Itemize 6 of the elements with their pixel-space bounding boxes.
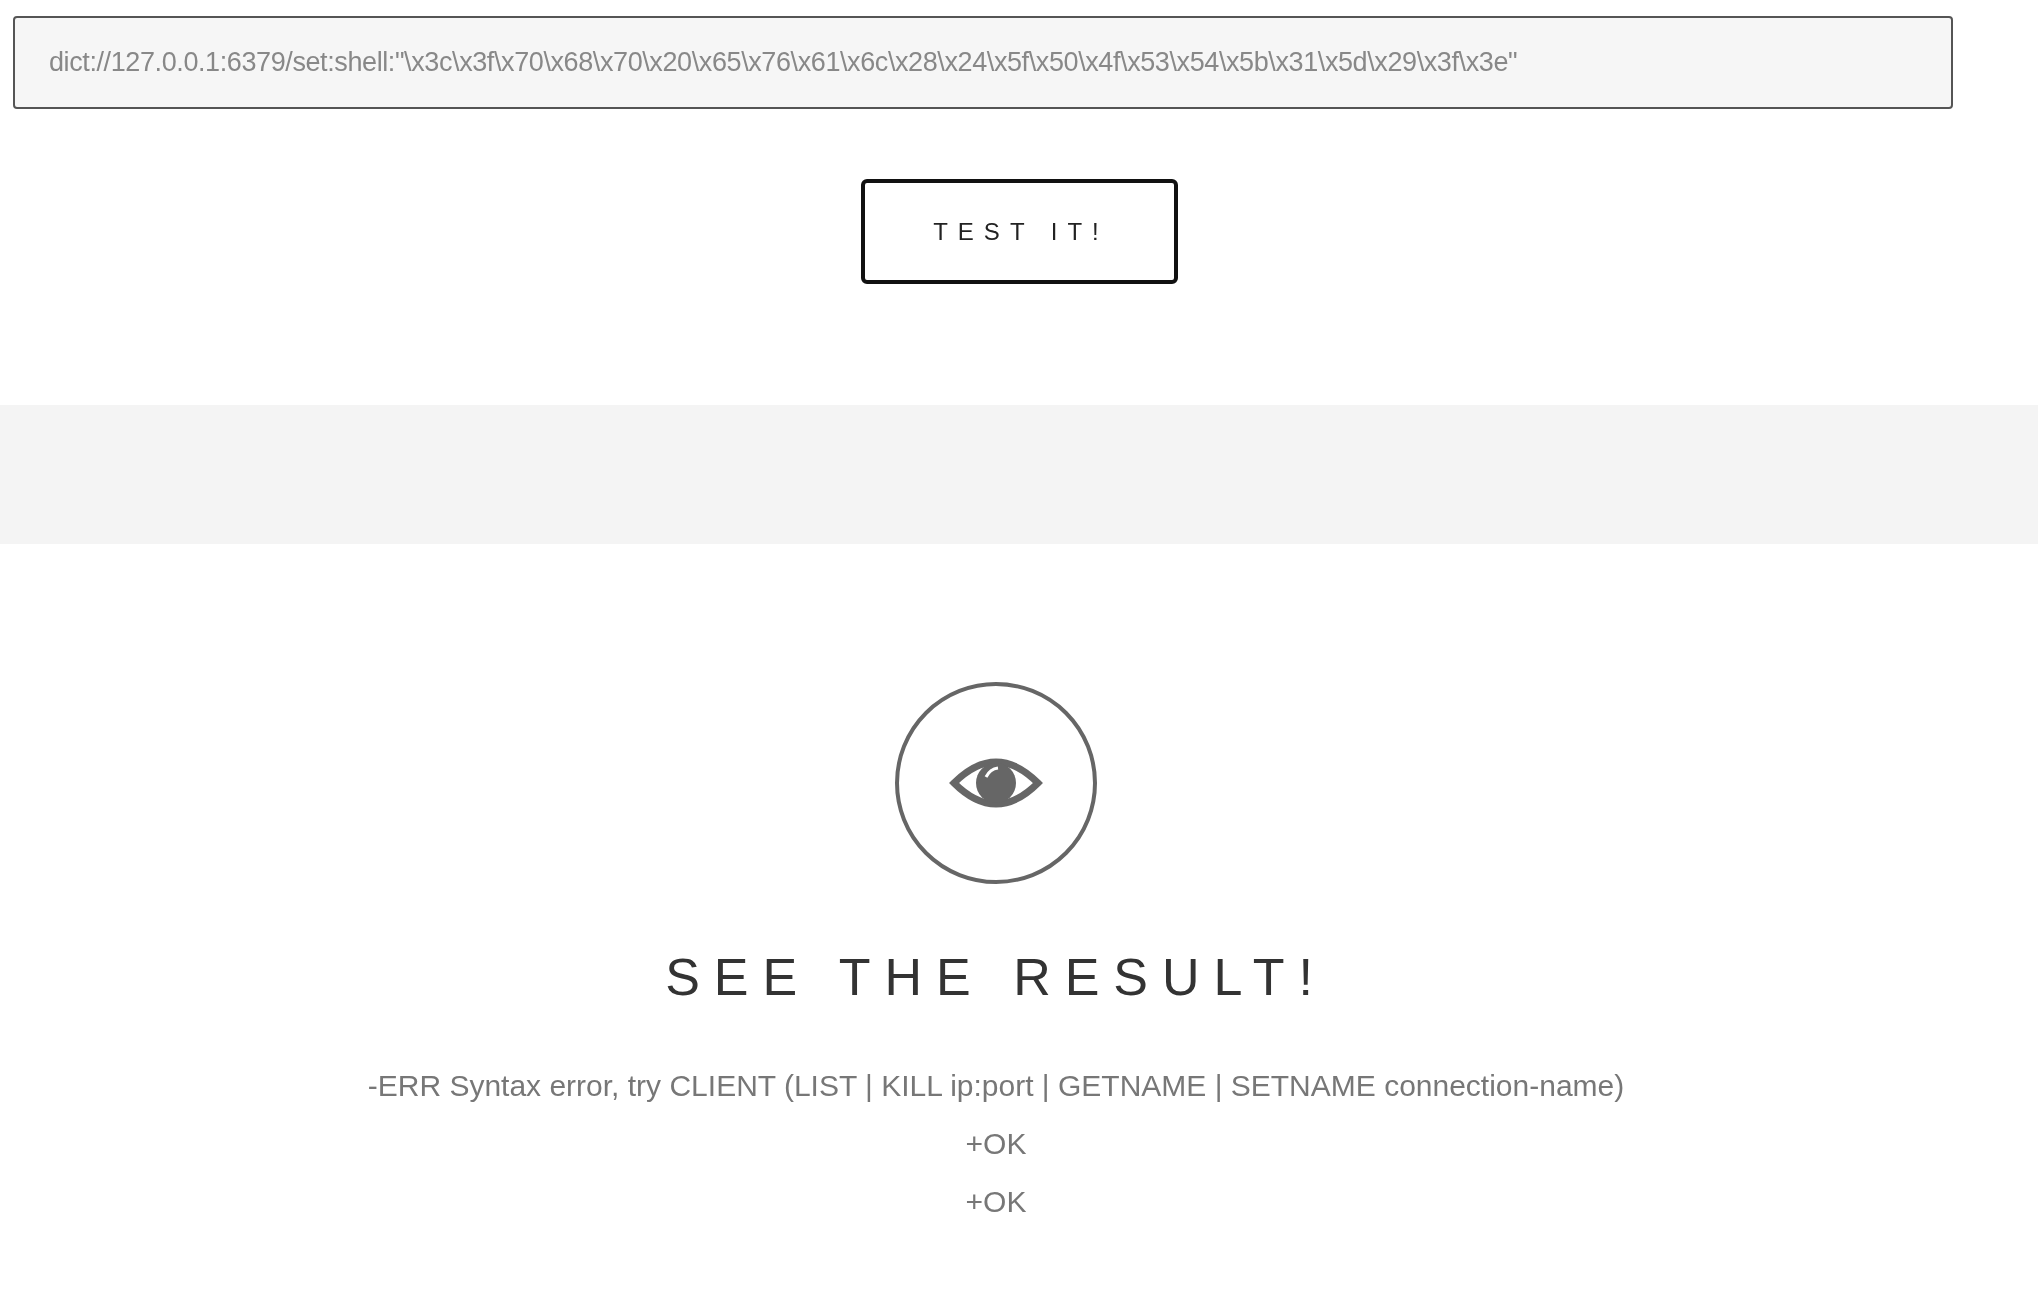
result-heading: SEE THE RESULT! — [665, 947, 1327, 1007]
result-line: +OK — [965, 1126, 1027, 1162]
test-it-button[interactable]: TEST IT! — [860, 179, 1178, 284]
eye-icon — [894, 681, 1098, 885]
result-line: -ERR Syntax error, try CLIENT (LIST | KILL ip:port | GETNAME | SETNAME connection-name) — [367, 1068, 1625, 1104]
result-line: +OK — [965, 1184, 1027, 1220]
